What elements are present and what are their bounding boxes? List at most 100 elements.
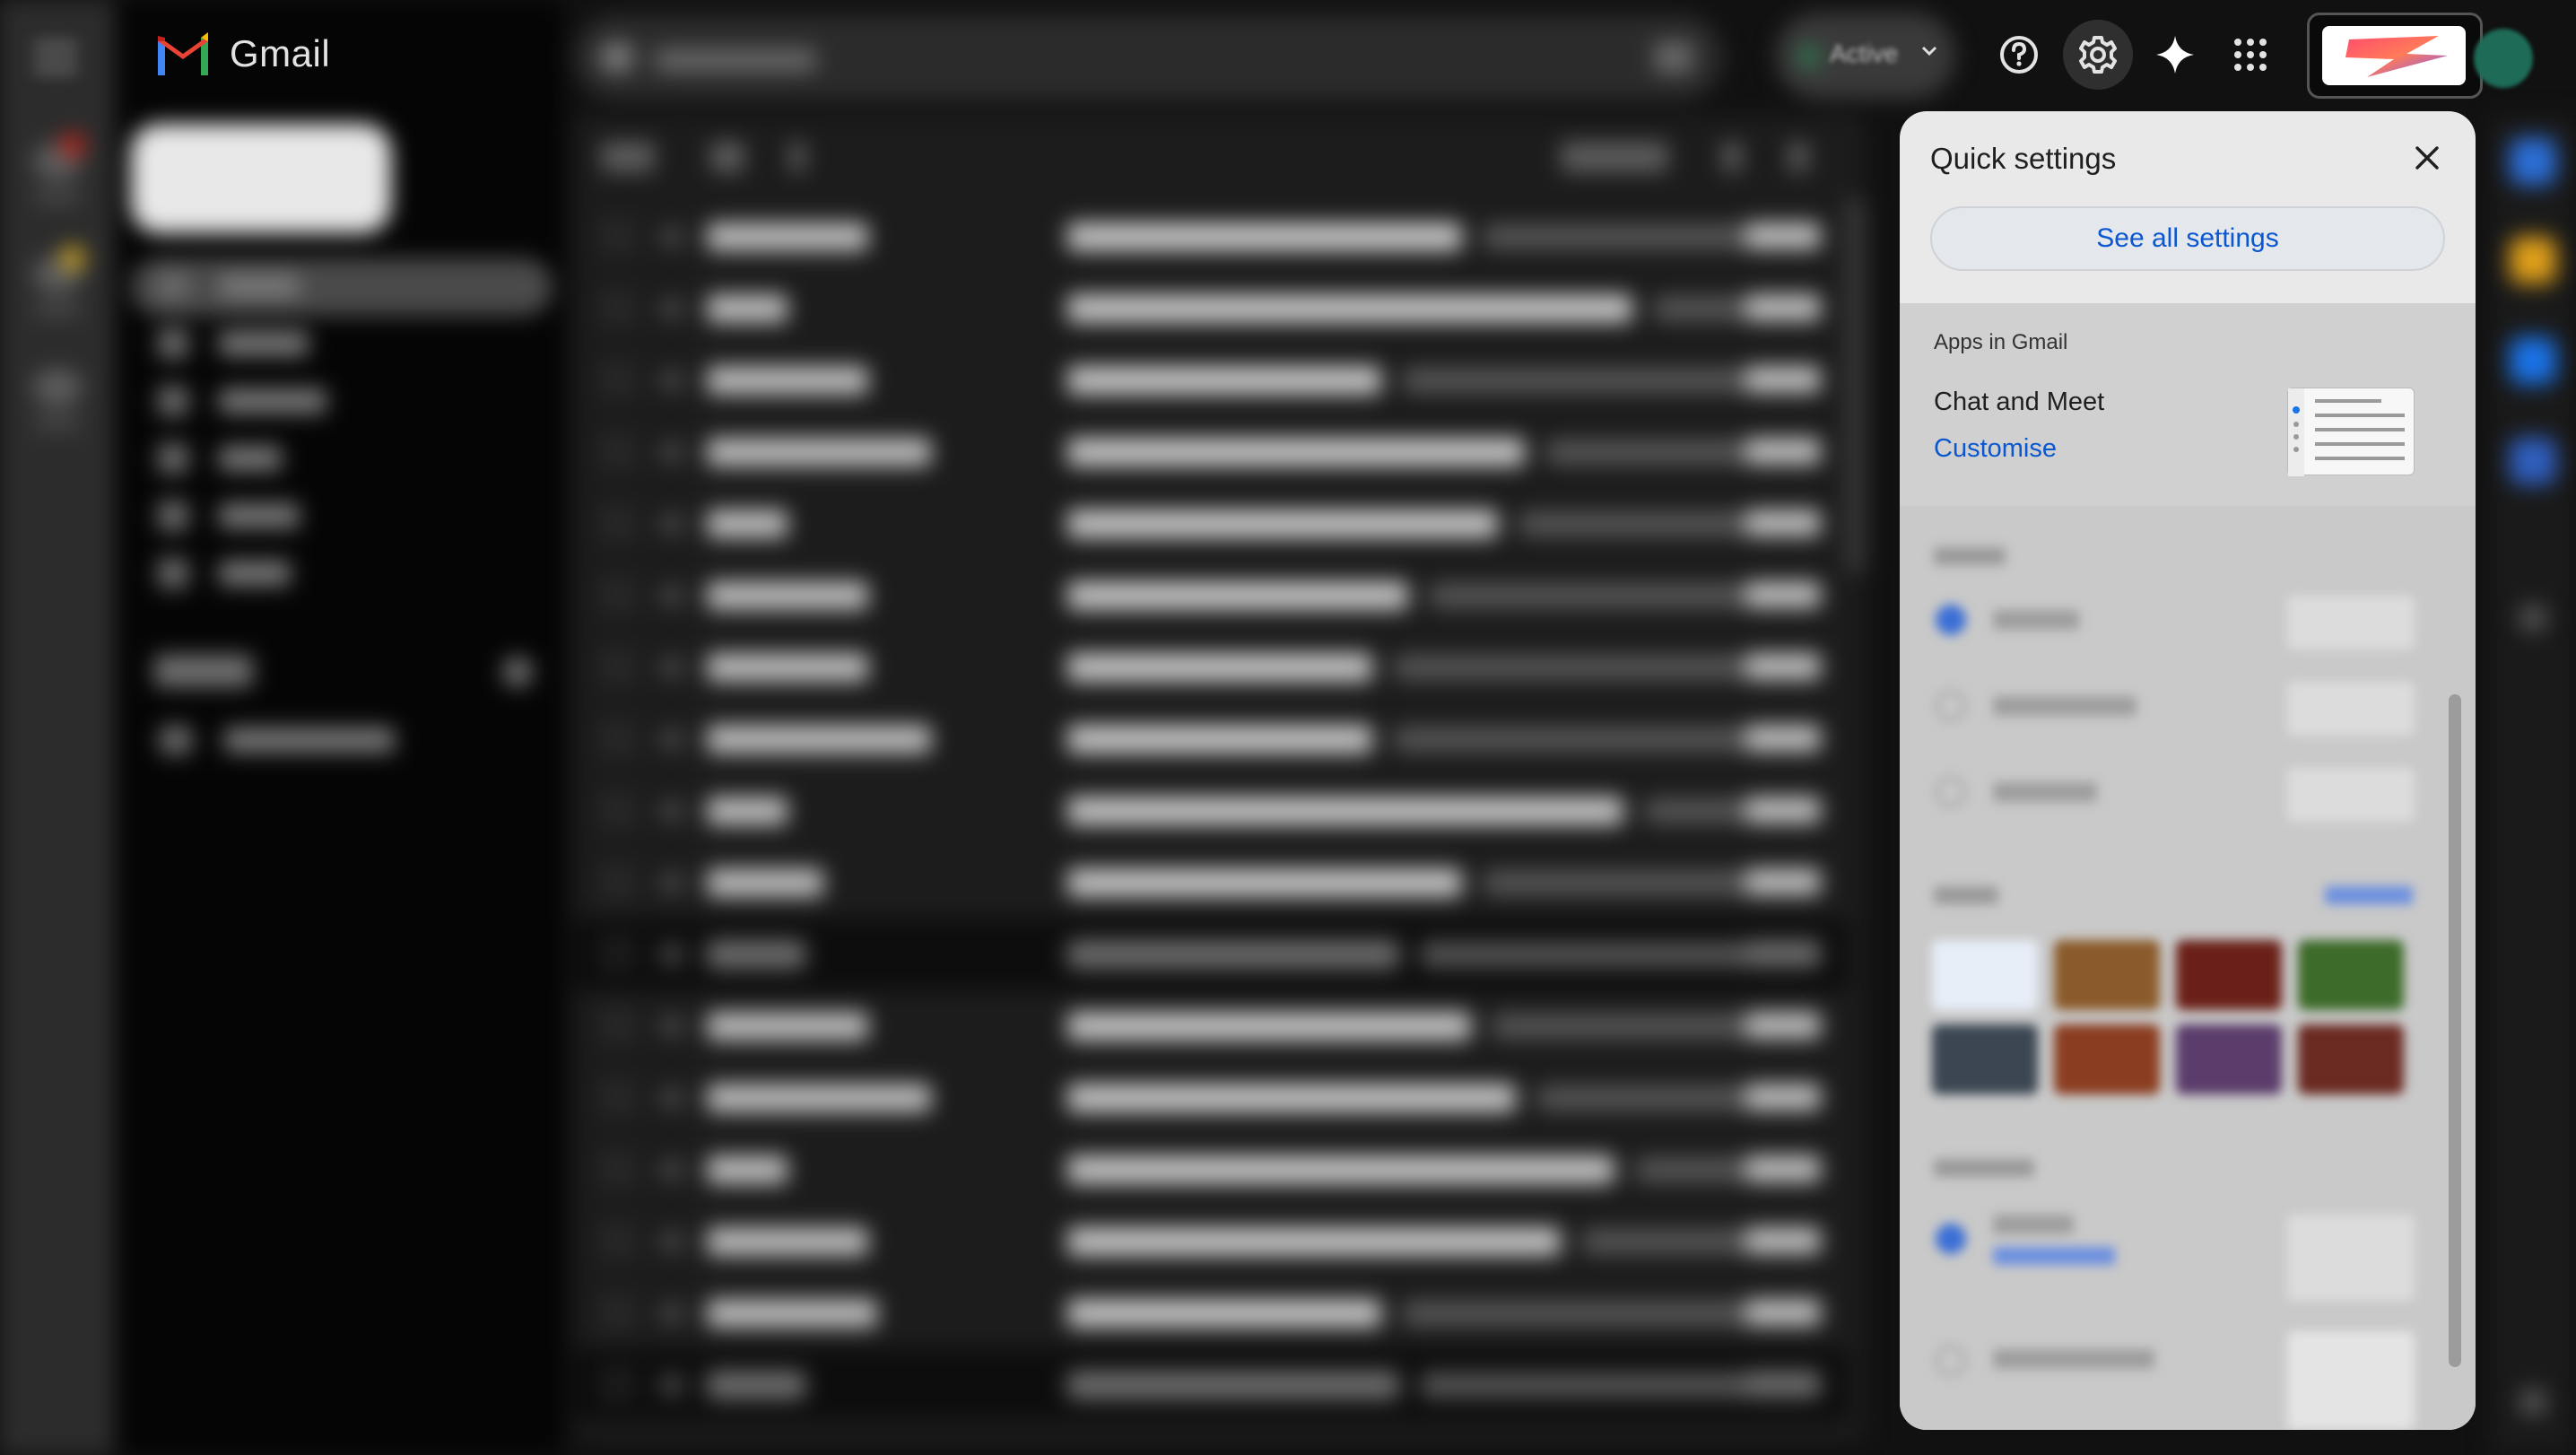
status-label[interactable]: Active [1830, 39, 1898, 68]
row-checkbox[interactable] [605, 366, 631, 393]
theme-thumbnail[interactable] [2298, 940, 2404, 1010]
mail-row[interactable] [574, 1277, 1848, 1349]
theme-thumbnail[interactable] [1932, 1024, 2038, 1094]
row-checkbox[interactable] [605, 797, 631, 823]
mail-row[interactable] [574, 273, 1848, 344]
mail-row[interactable] [574, 560, 1848, 632]
mail-row[interactable] [574, 703, 1848, 775]
gemini-button[interactable] [2140, 20, 2210, 90]
row-checkbox[interactable] [605, 294, 631, 321]
gear-icon [2079, 36, 2117, 74]
mail-row[interactable] [574, 1134, 1848, 1206]
row-checkbox[interactable] [605, 1227, 631, 1254]
star-icon[interactable] [660, 226, 683, 248]
mail-row[interactable] [574, 344, 1848, 416]
search-bar[interactable] [574, 14, 1724, 100]
account-switcher[interactable] [2307, 13, 2483, 99]
mail-row[interactable] [574, 1206, 1848, 1277]
keep-icon[interactable] [2510, 237, 2556, 283]
close-button[interactable] [2409, 140, 2445, 176]
mail-row[interactable] [574, 201, 1848, 273]
calendar-icon[interactable] [2510, 138, 2556, 185]
star-icon[interactable] [660, 944, 683, 965]
star-icon[interactable] [660, 298, 683, 319]
star-icon[interactable] [660, 657, 683, 678]
add-addon-icon[interactable] [2519, 605, 2546, 632]
star-icon[interactable] [660, 585, 683, 606]
star-icon[interactable] [660, 728, 683, 750]
density-comfortable-radio[interactable] [1936, 691, 1966, 721]
mail-row[interactable] [574, 775, 1848, 847]
theme-thumbnail[interactable] [2298, 1024, 2404, 1094]
row-checkbox[interactable] [605, 1084, 631, 1111]
row-checkbox[interactable] [605, 940, 631, 967]
sidebar-row[interactable] [158, 497, 300, 535]
star-icon[interactable] [660, 1087, 683, 1109]
mail-row[interactable] [574, 919, 1848, 990]
expand-panel-icon[interactable] [2519, 1389, 2546, 1416]
row-checkbox[interactable] [605, 581, 631, 608]
density-default-radio[interactable] [1936, 605, 1966, 635]
contacts-icon[interactable] [2510, 438, 2556, 484]
see-all-settings-button[interactable]: See all settings [1930, 206, 2445, 271]
avatar[interactable] [2474, 29, 2533, 88]
mail-row[interactable] [574, 488, 1848, 560]
star-icon[interactable] [660, 800, 683, 822]
mail-row[interactable] [574, 990, 1848, 1062]
rail-chat[interactable] [22, 246, 93, 316]
row-checkbox[interactable] [605, 1155, 631, 1182]
row-checkbox[interactable] [605, 1371, 631, 1398]
sidebar-row[interactable] [158, 440, 282, 477]
row-checkbox[interactable] [605, 438, 631, 465]
apps-button[interactable] [2215, 20, 2285, 90]
row-checkbox[interactable] [605, 222, 631, 249]
list-scrollbar[interactable] [1846, 197, 1866, 574]
row-checkbox[interactable] [605, 1299, 631, 1326]
mail-row[interactable] [574, 1062, 1848, 1134]
theme-thumbnail[interactable] [2054, 940, 2160, 1010]
star-icon[interactable] [660, 872, 683, 893]
label-item[interactable] [158, 721, 395, 759]
density-compact-radio[interactable] [1936, 777, 1966, 807]
star-icon[interactable] [660, 513, 683, 535]
settings-button[interactable] [2063, 20, 2133, 90]
row-checkbox[interactable] [605, 725, 631, 752]
theme-thumbnail[interactable] [2176, 1024, 2282, 1094]
star-icon[interactable] [660, 1374, 683, 1396]
mail-row[interactable] [574, 1349, 1848, 1421]
rail-meet[interactable] [22, 370, 93, 429]
row-checkbox[interactable] [605, 510, 631, 536]
add-label-icon[interactable] [502, 657, 533, 687]
inbox-type-default-radio[interactable] [1936, 1224, 1966, 1254]
rail-mail[interactable] [22, 133, 93, 203]
star-icon[interactable] [660, 441, 683, 463]
tasks-icon[interactable] [2510, 337, 2556, 384]
help-button[interactable] [1984, 20, 2054, 90]
quick-settings-scrollbar[interactable] [2449, 694, 2461, 1367]
row-sender [707, 366, 868, 395]
row-checkbox[interactable] [605, 1012, 631, 1039]
star-icon[interactable] [660, 1231, 683, 1252]
star-icon[interactable] [660, 1303, 683, 1324]
menu-icon[interactable] [34, 41, 77, 78]
inbox-type-important-radio[interactable] [1936, 1346, 1966, 1376]
chevron-down-icon[interactable] [1919, 41, 1939, 61]
mail-row[interactable] [574, 632, 1848, 703]
star-icon[interactable] [660, 1159, 683, 1181]
gmail-logo[interactable]: Gmail [154, 32, 330, 75]
sidebar-row[interactable] [158, 267, 300, 305]
row-checkbox[interactable] [605, 653, 631, 680]
sidebar-row[interactable] [158, 325, 309, 362]
sidebar-row[interactable] [158, 382, 326, 420]
mail-row[interactable] [574, 416, 1848, 488]
star-icon[interactable] [660, 370, 683, 391]
customise-link[interactable]: Customise [1934, 434, 2057, 464]
theme-thumbnail[interactable] [2054, 1024, 2160, 1094]
compose-button[interactable] [131, 124, 391, 233]
row-checkbox[interactable] [605, 868, 631, 895]
mail-row[interactable] [574, 847, 1848, 919]
star-icon[interactable] [660, 1015, 683, 1037]
theme-thumbnail[interactable] [2176, 940, 2282, 1010]
theme-thumbnail[interactable] [1932, 940, 2038, 1010]
sidebar-row[interactable] [158, 554, 291, 592]
